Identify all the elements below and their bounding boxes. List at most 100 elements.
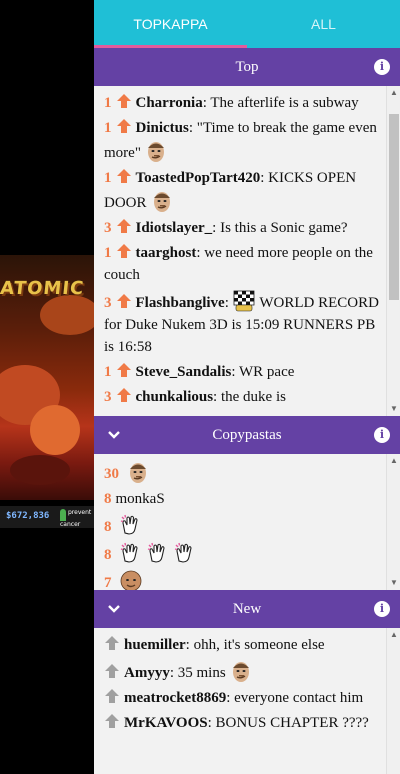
upvote-arrow-icon[interactable] bbox=[104, 688, 120, 704]
username[interactable]: taarghost bbox=[136, 245, 197, 261]
chat-message: 1 Steve_Sandalis: WR pace bbox=[104, 361, 380, 383]
chat-message: meatrocket8869: everyone contact him bbox=[104, 687, 380, 709]
game-logo: ATOMIC bbox=[0, 278, 86, 299]
message-text: : everyone contact him bbox=[226, 690, 364, 706]
clap-hand-emote bbox=[120, 514, 138, 535]
ribbon-icon bbox=[60, 509, 66, 521]
section-header-copypastas[interactable]: Copypastas i bbox=[94, 416, 400, 454]
username[interactable]: huemiller bbox=[124, 637, 186, 653]
section-body-top: 1 Charronia: The afterlife is a subway 1 Di… bbox=[94, 86, 400, 416]
chat-message: 1 Dinictus: "Time to break the game even … bbox=[104, 117, 380, 164]
username[interactable]: Steve_Sandalis bbox=[136, 364, 232, 380]
upvote-arrow-icon[interactable] bbox=[116, 93, 132, 109]
upvote-count: 1 bbox=[104, 95, 112, 111]
username[interactable]: ToastedPopTart420 bbox=[136, 170, 261, 186]
chat-message: 3 Flashbanglive: WORLD RECORD for Duke Nu… bbox=[104, 289, 380, 358]
upvote-count: 1 bbox=[104, 245, 112, 261]
upvote-arrow-icon[interactable] bbox=[104, 635, 120, 651]
sponsor-badge: prevent cancer bbox=[60, 509, 92, 528]
info-icon[interactable]: i bbox=[374, 59, 390, 75]
chat-message: 8 monkaS bbox=[104, 488, 380, 510]
stream-video[interactable]: ATOMIC $672,836 prevent cancer bbox=[0, 0, 94, 774]
upvote-count: 8 bbox=[104, 519, 112, 535]
checkered-flag-emote bbox=[233, 290, 255, 312]
tab-bar: TOPKAPPA ALL bbox=[94, 0, 400, 48]
message-text: : BONUS CHAPTER ???? bbox=[207, 715, 369, 731]
message-text: : the duke is bbox=[213, 389, 286, 405]
upvote-arrow-icon[interactable] bbox=[116, 387, 132, 403]
message-text: monkaS bbox=[115, 491, 165, 507]
scroll-down-icon[interactable]: ▼ bbox=[387, 402, 400, 416]
message-text: : Is this a Sonic game? bbox=[212, 220, 348, 236]
upvote-arrow-icon[interactable] bbox=[116, 243, 132, 259]
donation-ticker: $672,836 prevent cancer bbox=[0, 506, 94, 528]
upvote-count: 1 bbox=[104, 364, 112, 380]
upvote-count: 8 bbox=[104, 491, 112, 507]
kappa-face-emote bbox=[232, 662, 249, 682]
chat-message: 7 bbox=[104, 569, 380, 590]
username[interactable]: Idiotslayer_ bbox=[136, 220, 213, 236]
clap-hand-emote bbox=[147, 542, 165, 563]
kappa-face-emote bbox=[147, 142, 164, 162]
chat-message: 1 Charronia: The afterlife is a subway bbox=[104, 92, 380, 114]
bald-face-emote bbox=[120, 570, 141, 590]
upvote-arrow-icon[interactable] bbox=[116, 168, 132, 184]
scrollbar[interactable]: ▲ ▼ bbox=[386, 86, 400, 416]
chevron-down-icon[interactable] bbox=[104, 416, 124, 454]
username[interactable]: Flashbanglive bbox=[136, 295, 225, 311]
upvote-count: 8 bbox=[104, 547, 112, 563]
scroll-thumb[interactable] bbox=[389, 114, 399, 300]
chat-message: 1 ToastedPopTart420: KICKS OPEN DOOR bbox=[104, 167, 380, 214]
upvote-arrow-icon[interactable] bbox=[116, 118, 132, 134]
chat-message: 8 bbox=[104, 513, 380, 538]
info-icon[interactable]: i bbox=[374, 601, 390, 617]
upvote-arrow-icon[interactable] bbox=[104, 713, 120, 729]
chat-message: 8 bbox=[104, 541, 380, 566]
upvote-arrow-icon[interactable] bbox=[116, 362, 132, 378]
username[interactable]: meatrocket8869 bbox=[124, 690, 226, 706]
scroll-up-icon[interactable]: ▲ bbox=[387, 454, 400, 468]
clap-hand-emote bbox=[120, 542, 138, 563]
scroll-up-icon[interactable]: ▲ bbox=[387, 86, 400, 100]
section-body-copypastas: 30 8 monkaS 8 8 7 ▲ ▼ bbox=[94, 454, 400, 590]
donation-amount: $672,836 bbox=[6, 511, 50, 521]
section-header-top[interactable]: Top i bbox=[94, 48, 400, 86]
chat-message: 3 chunkalious: the duke is bbox=[104, 386, 380, 408]
chat-message: 3 Idiotslayer_: Is this a Sonic game? bbox=[104, 217, 380, 239]
scroll-up-icon[interactable]: ▲ bbox=[387, 628, 400, 642]
section-title: Copypastas bbox=[212, 427, 282, 443]
username[interactable]: Charronia bbox=[136, 95, 203, 111]
scrollbar[interactable]: ▲ ▼ bbox=[386, 454, 400, 590]
upvote-count: 30 bbox=[104, 466, 119, 482]
chat-panel: TOPKAPPA ALL Top i 1 Charronia: The after… bbox=[94, 0, 400, 774]
kappa-face-emote bbox=[153, 192, 170, 212]
upvote-arrow-icon[interactable] bbox=[104, 663, 120, 679]
info-icon[interactable]: i bbox=[374, 427, 390, 443]
chat-message: 30 bbox=[104, 460, 380, 485]
tab-topkappa[interactable]: TOPKAPPA bbox=[94, 0, 247, 48]
chat-message: Amyyy: 35 mins bbox=[104, 659, 380, 684]
section-header-new[interactable]: New i bbox=[94, 590, 400, 628]
chevron-down-icon[interactable] bbox=[104, 590, 124, 628]
username[interactable]: Amyyy bbox=[124, 665, 170, 681]
clap-hand-emote bbox=[174, 542, 192, 563]
upvote-count: 3 bbox=[104, 295, 112, 311]
username[interactable]: chunkalious bbox=[136, 389, 214, 405]
upvote-arrow-icon[interactable] bbox=[116, 218, 132, 234]
message-text: : The afterlife is a subway bbox=[202, 95, 359, 111]
chat-message: huemiller: ohh, it's someone else bbox=[104, 634, 380, 656]
message-text: : ohh, it's someone else bbox=[185, 637, 325, 653]
upvote-count: 7 bbox=[104, 575, 112, 590]
kappa-face-emote bbox=[130, 463, 146, 483]
chat-message: 1 taarghost: we need more people on the c… bbox=[104, 242, 380, 286]
tab-all[interactable]: ALL bbox=[247, 0, 400, 48]
username[interactable]: MrKAVOOS bbox=[124, 715, 208, 731]
section-title: New bbox=[232, 601, 262, 617]
username[interactable]: Dinictus bbox=[136, 120, 189, 136]
scrollbar[interactable]: ▲ bbox=[386, 628, 400, 774]
upvote-count: 3 bbox=[104, 220, 112, 236]
section-body-new: huemiller: ohh, it's someone else Amyyy: … bbox=[94, 628, 400, 774]
scroll-down-icon[interactable]: ▼ bbox=[387, 576, 400, 590]
section-title: Top bbox=[235, 59, 259, 75]
upvote-arrow-icon[interactable] bbox=[116, 293, 132, 309]
